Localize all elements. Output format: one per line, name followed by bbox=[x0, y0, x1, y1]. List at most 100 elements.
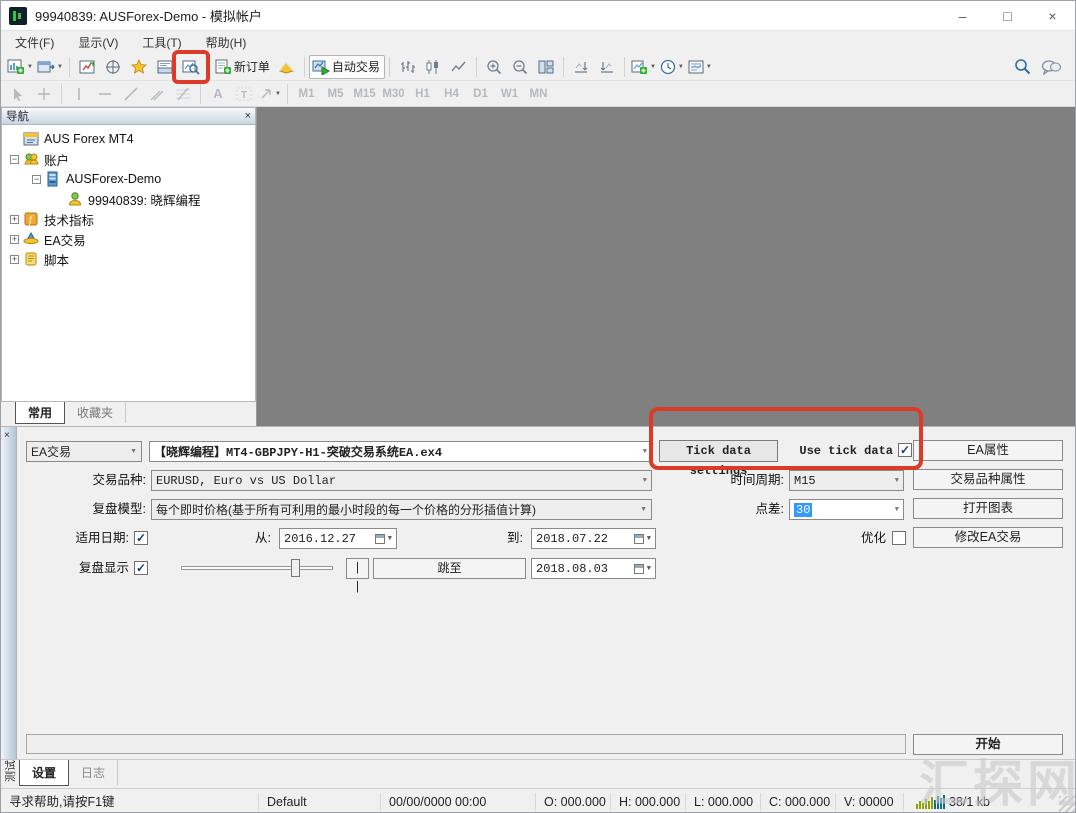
indicators-icon bbox=[631, 59, 648, 75]
data-window-button[interactable] bbox=[100, 55, 126, 79]
metaeditor-button[interactable] bbox=[274, 55, 300, 79]
ea-file-select[interactable]: 【晓辉编程】MT4-GBPJPY-H1-突破交易系统EA.ex4 ▼ bbox=[149, 441, 652, 462]
expand-icon[interactable]: + bbox=[10, 255, 19, 264]
ea-properties-button[interactable]: EA属性 bbox=[913, 440, 1063, 461]
tab-settings[interactable]: 设置 bbox=[19, 760, 69, 786]
horizontal-line-button[interactable] bbox=[92, 82, 118, 106]
spread-select[interactable]: 30 ▼ bbox=[789, 499, 904, 520]
status-profile[interactable]: Default bbox=[259, 793, 381, 811]
crosshair-tool-button[interactable] bbox=[31, 82, 57, 106]
navigator-close-icon[interactable]: × bbox=[245, 111, 251, 121]
use-tick-data-checkbox[interactable]: ✓ bbox=[898, 443, 912, 457]
menu-view[interactable]: 显示(V) bbox=[68, 32, 128, 53]
tester-side-strip[interactable]: × bbox=[1, 427, 17, 760]
tile-windows-button[interactable] bbox=[533, 55, 559, 79]
templates-button[interactable]: ▼ bbox=[686, 55, 714, 79]
profiles-button[interactable]: ▼ bbox=[35, 55, 65, 79]
resize-grip[interactable] bbox=[1059, 796, 1075, 812]
status-datetime: 00/00/0000 00:00 bbox=[381, 793, 536, 811]
autotrading-button[interactable]: 自动交易 bbox=[309, 55, 385, 79]
to-date-field[interactable]: 2018.07.22 ▼ bbox=[531, 528, 656, 549]
fibonacci-button[interactable] bbox=[170, 82, 196, 106]
tree-item-server[interactable]: − AUSForex-Demo bbox=[2, 169, 255, 189]
maximize-button[interactable]: □ bbox=[985, 1, 1030, 30]
visual-mode-checkbox[interactable]: ✓ bbox=[134, 561, 148, 575]
timeframe-m15[interactable]: M15 bbox=[350, 88, 379, 100]
timeframe-m30[interactable]: M30 bbox=[379, 88, 408, 100]
pause-button[interactable]: | | bbox=[346, 558, 369, 579]
text-tool-button[interactable]: A bbox=[205, 82, 231, 106]
collapse-icon[interactable]: − bbox=[10, 155, 19, 164]
tester-type-select[interactable]: EA交易 ▼ bbox=[26, 441, 142, 462]
to-label: 到: bbox=[488, 528, 523, 548]
trendline-button[interactable] bbox=[118, 82, 144, 106]
label-tool-button[interactable]: T bbox=[231, 82, 257, 106]
symbol-select[interactable]: EURUSD, Euro vs US Dollar ▼ bbox=[151, 470, 652, 491]
collapse-icon[interactable]: − bbox=[32, 175, 41, 184]
new-chart-button[interactable]: ▼ bbox=[5, 55, 35, 79]
tab-favorites[interactable]: 收藏夹 bbox=[65, 402, 126, 423]
timeframe-d1[interactable]: D1 bbox=[466, 88, 495, 100]
bar-chart-button[interactable] bbox=[394, 55, 420, 79]
chart-shift-button[interactable] bbox=[594, 55, 620, 79]
status-connection: 38/1 kb bbox=[949, 795, 990, 809]
modify-ea-button[interactable]: 修改EA交易 bbox=[913, 527, 1063, 548]
tree-item-broker[interactable]: AUS Forex MT4 bbox=[2, 129, 255, 149]
strategy-tester-button[interactable] bbox=[178, 55, 204, 79]
visual-speed-slider[interactable] bbox=[181, 566, 333, 570]
line-chart-button[interactable] bbox=[446, 55, 472, 79]
tree-item-accounts[interactable]: − 账户 bbox=[2, 149, 255, 169]
tick-data-settings-button[interactable]: Tick data settings bbox=[659, 440, 778, 462]
search-button[interactable] bbox=[1014, 58, 1031, 75]
close-button[interactable]: × bbox=[1030, 1, 1075, 30]
tree-item-indicators[interactable]: + f 技术指标 bbox=[2, 209, 255, 229]
start-button[interactable]: 开始 bbox=[913, 734, 1063, 755]
market-watch-button[interactable] bbox=[74, 55, 100, 79]
tree-item-account-login[interactable]: 99940839: 晓辉编程 bbox=[2, 189, 255, 209]
auto-scroll-button[interactable] bbox=[568, 55, 594, 79]
timeframe-h1[interactable]: H1 bbox=[408, 88, 437, 100]
timeframe-w1[interactable]: W1 bbox=[495, 88, 524, 100]
terminal-toggle-button[interactable] bbox=[152, 55, 178, 79]
timeframe-m5[interactable]: M5 bbox=[321, 88, 350, 100]
skip-date-field[interactable]: 2018.08.03 ▼ bbox=[531, 558, 656, 579]
tab-common[interactable]: 常用 bbox=[15, 402, 65, 424]
optimize-checkbox[interactable] bbox=[892, 531, 906, 545]
skip-to-button[interactable]: 跳至 bbox=[373, 558, 526, 579]
cursor-tool-button[interactable] bbox=[5, 82, 31, 106]
community-button[interactable] bbox=[1041, 59, 1061, 75]
symbol-properties-button[interactable]: 交易品种属性 bbox=[913, 469, 1063, 490]
tester-close-icon[interactable]: × bbox=[4, 430, 10, 441]
vertical-line-button[interactable] bbox=[66, 82, 92, 106]
channel-button[interactable] bbox=[144, 82, 170, 106]
periods-button[interactable]: ▼ bbox=[658, 55, 686, 79]
model-select[interactable]: 每个即时价格(基于所有可利用的最小时段的每一个价格的分形插值计算) ▼ bbox=[151, 499, 652, 520]
zoom-out-button[interactable] bbox=[507, 55, 533, 79]
new-order-button[interactable]: 新订单 bbox=[213, 55, 274, 79]
menu-tools[interactable]: 工具(T) bbox=[132, 32, 191, 53]
menu-file[interactable]: 文件(F) bbox=[5, 32, 64, 53]
tree-item-ea[interactable]: + EA交易 bbox=[2, 229, 255, 249]
slider-handle[interactable] bbox=[291, 559, 300, 577]
tree-item-scripts[interactable]: + 脚本 bbox=[2, 249, 255, 269]
zoom-in-button[interactable] bbox=[481, 55, 507, 79]
tab-journal[interactable]: 日志 bbox=[69, 760, 118, 785]
timeframe-m1[interactable]: M1 bbox=[292, 88, 321, 100]
open-chart-button[interactable]: 打开图表 bbox=[913, 498, 1063, 519]
timeframe-h4[interactable]: H4 bbox=[437, 88, 466, 100]
timeframe-mn[interactable]: MN bbox=[524, 88, 553, 100]
use-date-checkbox[interactable]: ✓ bbox=[134, 531, 148, 545]
candlestick-button[interactable] bbox=[420, 55, 446, 79]
menu-help[interactable]: 帮助(H) bbox=[196, 32, 257, 53]
navigator-toggle-button[interactable] bbox=[126, 55, 152, 79]
expand-icon[interactable]: + bbox=[10, 215, 19, 224]
expand-icon[interactable]: + bbox=[10, 235, 19, 244]
from-date-field[interactable]: 2016.12.27 ▼ bbox=[279, 528, 397, 549]
model-label: 复盘模型: bbox=[56, 499, 146, 519]
minimize-button[interactable]: – bbox=[940, 1, 985, 30]
toolbar-right-icons bbox=[1014, 58, 1075, 75]
indicators-button[interactable]: ▼ bbox=[629, 55, 658, 79]
period-select[interactable]: M15 ▼ bbox=[789, 470, 904, 491]
fibonacci-icon bbox=[175, 87, 191, 101]
arrows-tool-button[interactable]: ▼ bbox=[257, 82, 283, 106]
